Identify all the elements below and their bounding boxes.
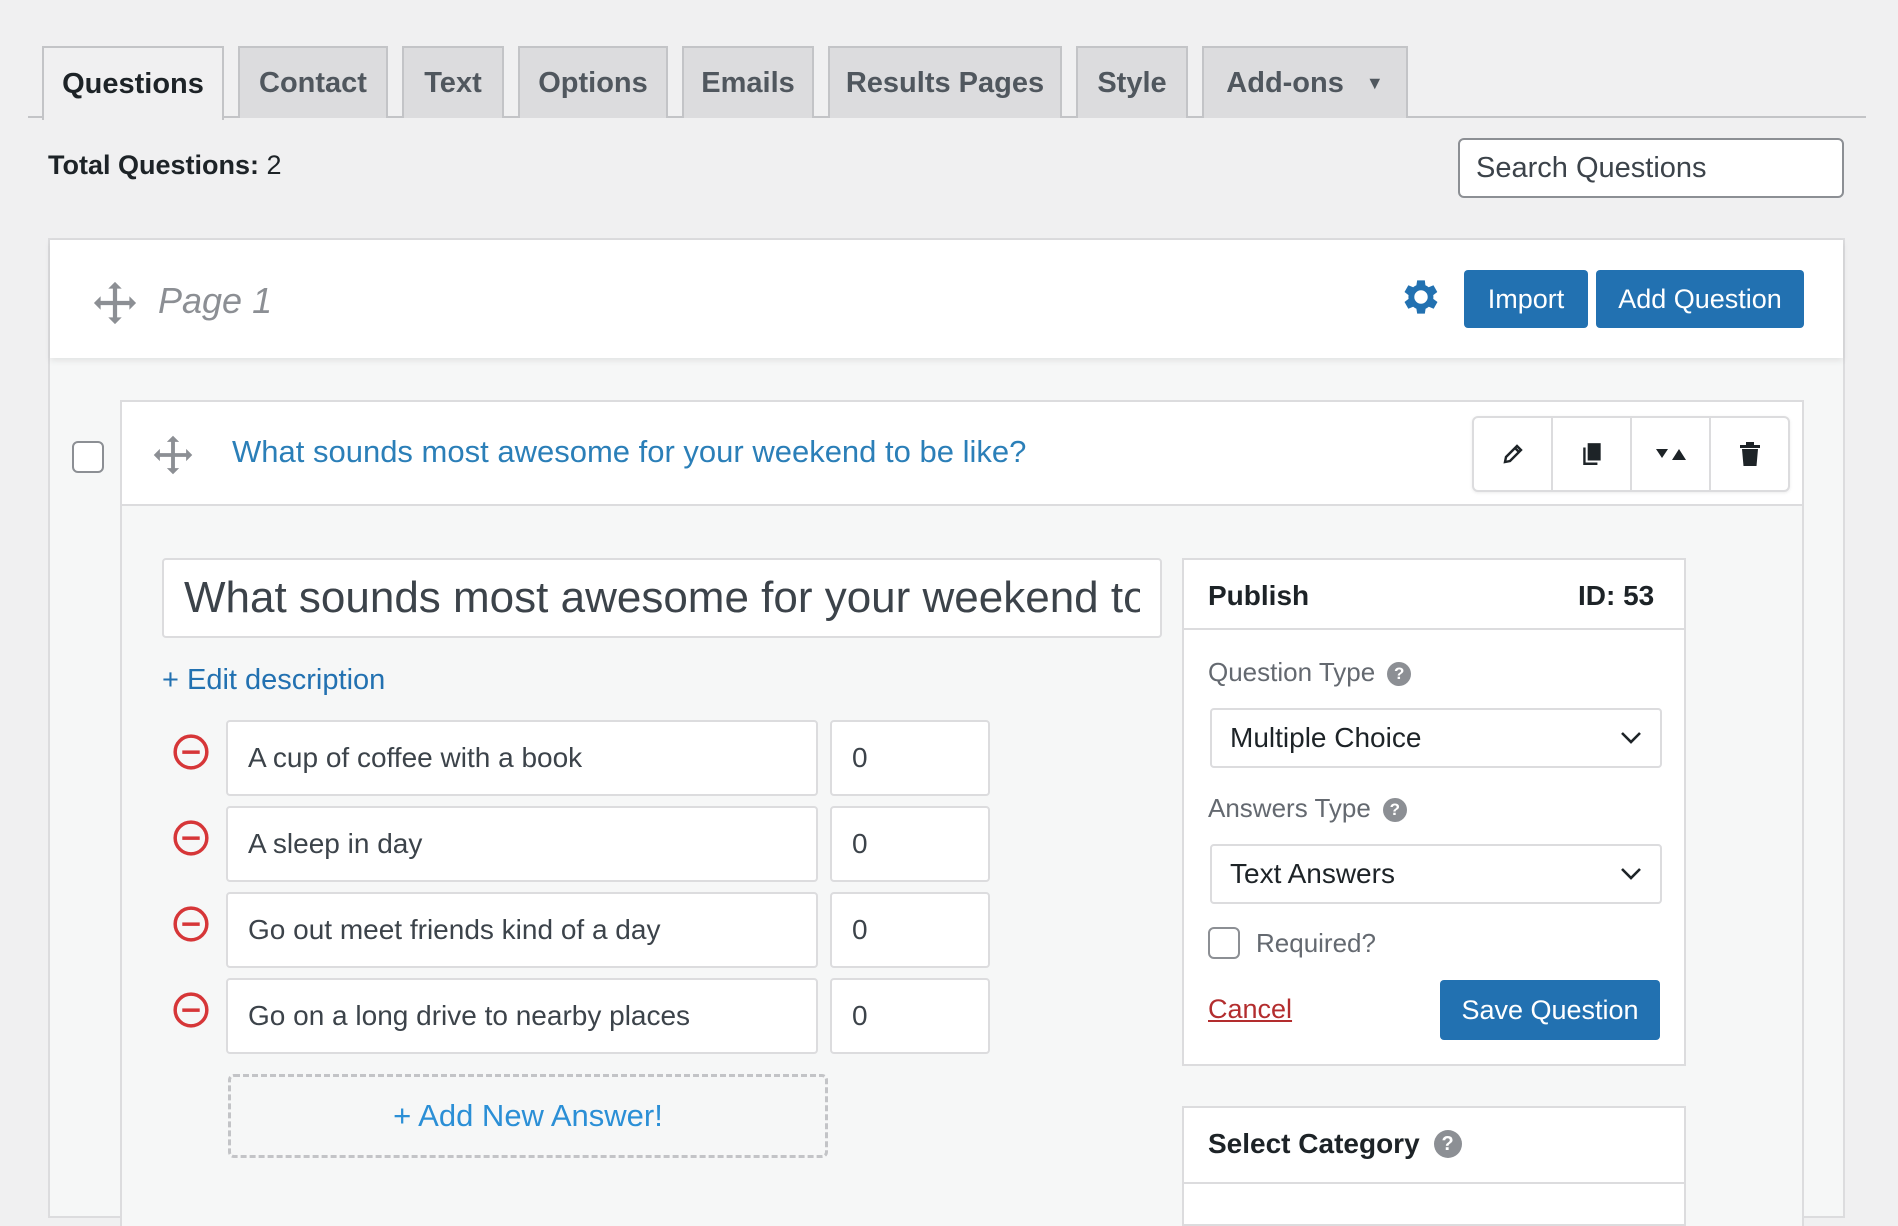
tab-label: Results Pages — [845, 66, 1045, 99]
remove-answer-icon[interactable] — [172, 819, 210, 857]
publish-title: Publish — [1208, 580, 1310, 611]
question-move-icon[interactable] — [152, 434, 194, 476]
add-new-answer-button[interactable]: + Add New Answer! — [228, 1074, 828, 1158]
total-questions-count: 2 — [266, 150, 282, 180]
tab-options[interactable]: Options — [518, 46, 668, 118]
question-id: ID: 53 — [1578, 580, 1655, 611]
answer-text-input[interactable] — [226, 892, 818, 968]
duplicate-button[interactable] — [1553, 418, 1632, 490]
edit-description-link[interactable]: + Edit description — [162, 664, 385, 697]
tab-add-ons[interactable]: Add-ons ▼ — [1202, 46, 1408, 118]
select-category-title: Select Category? — [1208, 1128, 1462, 1160]
move-up-down-button[interactable] — [1632, 418, 1711, 490]
question-select-checkbox[interactable] — [72, 441, 104, 473]
answer-points-input[interactable] — [830, 806, 990, 882]
answer-text-input[interactable] — [226, 978, 818, 1054]
tab-label: Questions — [62, 67, 204, 100]
question-type-select[interactable]: Multiple Choice — [1210, 708, 1662, 768]
delete-button[interactable] — [1711, 418, 1788, 490]
answer-points-input[interactable] — [830, 978, 990, 1054]
remove-answer-icon[interactable] — [172, 733, 210, 771]
tab-label: Emails — [701, 66, 795, 99]
pencil-icon — [1502, 444, 1523, 464]
tab-label: Contact — [259, 66, 367, 99]
remove-answer-icon[interactable] — [172, 905, 210, 943]
search-questions-input[interactable] — [1458, 138, 1844, 198]
caret-down-icon: ▼ — [1365, 72, 1384, 93]
help-icon[interactable]: ? — [1382, 798, 1407, 823]
answers-type-label-text: Answers Type — [1208, 793, 1371, 823]
total-questions-label: Total Questions: — [48, 150, 260, 180]
answer-points-input[interactable] — [830, 892, 990, 968]
help-icon[interactable]: ? — [1433, 1130, 1462, 1158]
question-type-label-text: Question Type — [1208, 657, 1376, 687]
question-type-label: Question Type? — [1208, 657, 1412, 688]
tab-text[interactable]: Text — [402, 46, 504, 118]
answers-type-select[interactable]: Text Answers — [1210, 844, 1662, 904]
add-question-button[interactable]: Add Question — [1596, 270, 1804, 328]
question-title[interactable]: What sounds most awesome for your weeken… — [232, 434, 1026, 470]
tab-label: Text — [424, 66, 482, 99]
tab-style[interactable]: Style — [1076, 46, 1188, 118]
select-category-box — [1182, 1106, 1686, 1226]
save-question-button[interactable]: Save Question — [1440, 980, 1660, 1040]
move-icon[interactable] — [92, 280, 138, 326]
chevron-down-icon — [1621, 868, 1641, 880]
remove-answer-icon[interactable] — [172, 991, 210, 1029]
total-questions: Total Questions: 2 — [48, 150, 282, 181]
edit-button[interactable] — [1474, 418, 1553, 490]
answer-text-input[interactable] — [226, 806, 818, 882]
copy-icon — [1582, 443, 1601, 465]
import-button[interactable]: Import — [1464, 270, 1588, 328]
tab-label: Options — [538, 66, 648, 99]
tab-emails[interactable]: Emails — [682, 46, 814, 118]
answer-text-input[interactable] — [226, 720, 818, 796]
required-checkbox[interactable] — [1208, 927, 1240, 959]
required-label: Required? — [1256, 928, 1376, 958]
move-arrows-icon — [1655, 449, 1686, 460]
page-title: Page 1 — [158, 280, 273, 321]
question-type-value: Multiple Choice — [1230, 722, 1422, 753]
answers-type-label: Answers Type? — [1208, 793, 1407, 824]
select-category-label: Select Category — [1208, 1128, 1420, 1159]
answers-type-value: Text Answers — [1230, 858, 1395, 889]
help-icon[interactable]: ? — [1387, 662, 1412, 687]
question-text-input[interactable] — [162, 558, 1162, 638]
chevron-down-icon — [1621, 732, 1641, 744]
gear-icon[interactable] — [1398, 274, 1444, 320]
tab-results-pages[interactable]: Results Pages — [828, 46, 1062, 118]
tab-label: Style — [1097, 66, 1167, 99]
tab-contact[interactable]: Contact — [238, 46, 388, 118]
cancel-link[interactable]: Cancel — [1208, 994, 1292, 1025]
tab-questions[interactable]: Questions — [42, 46, 224, 120]
answer-points-input[interactable] — [830, 720, 990, 796]
category-divider — [1184, 1182, 1684, 1184]
question-actions — [1472, 416, 1790, 492]
tab-label: Add-ons — [1226, 66, 1344, 99]
trash-icon — [1739, 442, 1760, 466]
